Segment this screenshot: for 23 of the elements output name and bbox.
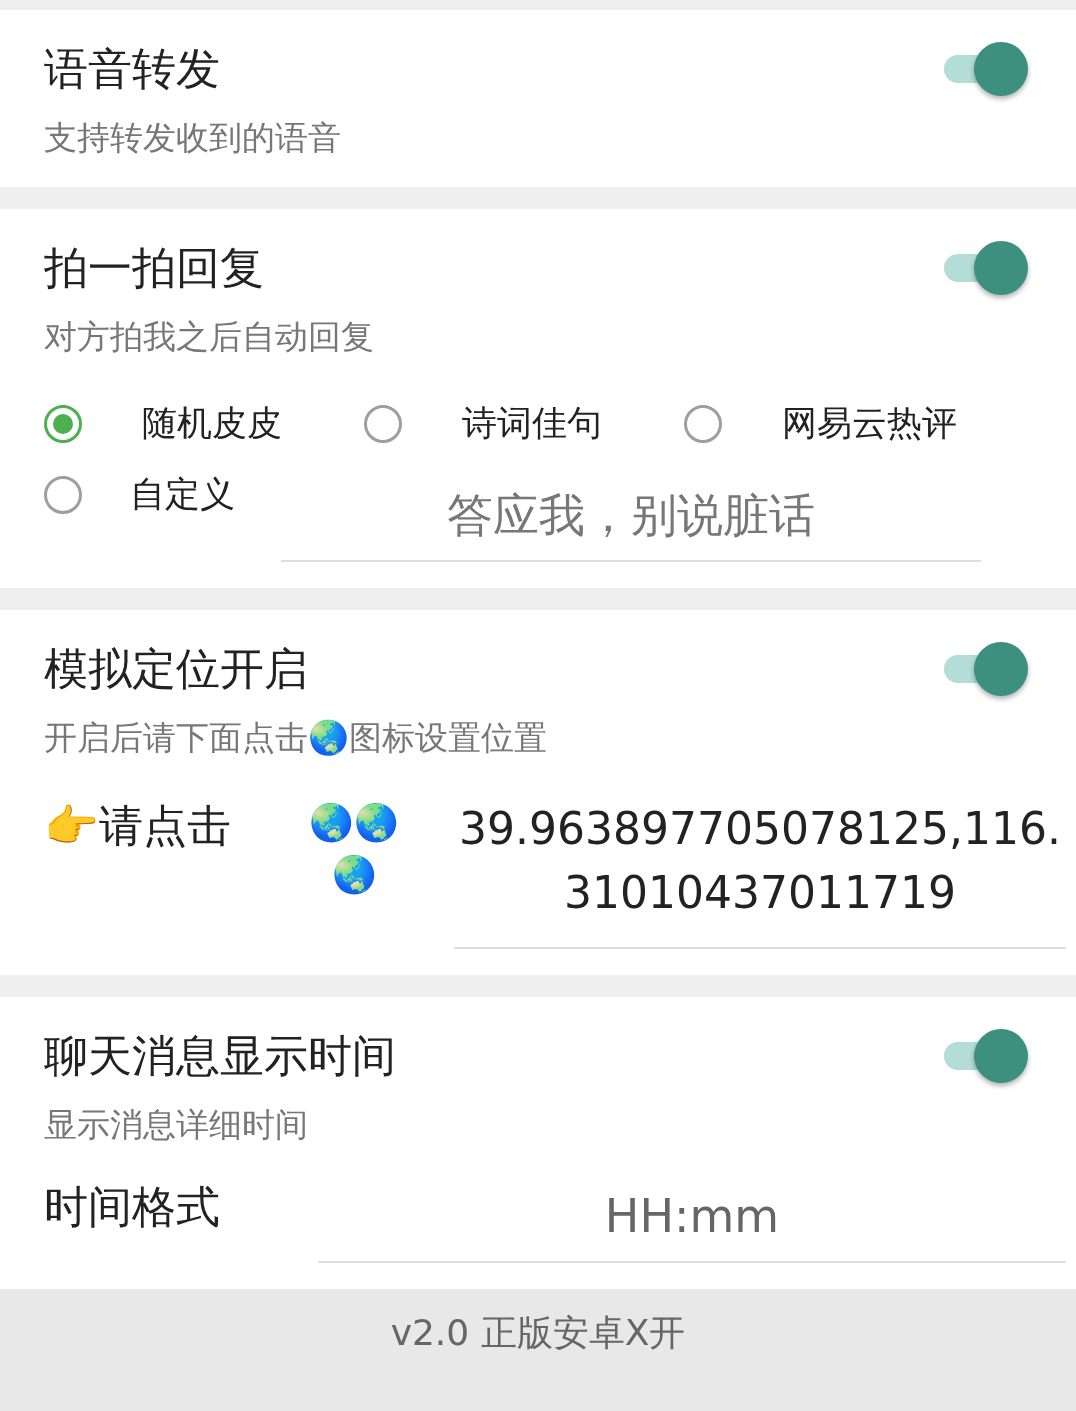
setting-description: 支持转发收到的语音 <box>44 117 342 159</box>
setting-title: 模拟定位开启 <box>44 641 308 696</box>
radio-option[interactable]: 网易云热评 <box>684 400 1004 447</box>
time-format-field[interactable]: HH:mm <box>318 1181 1066 1263</box>
coordinates-field[interactable]: 39.963897705078125,116.31010437011719 <box>454 797 1066 949</box>
radio-button[interactable] <box>364 404 402 443</box>
setting-description: 开启后请下面点击🌏图标设置位置 <box>44 717 548 759</box>
setting-title: 拍一拍回复 <box>44 240 264 295</box>
version-text: v2.0 正版安卓X开 <box>390 1311 686 1353</box>
text-field[interactable]: 答应我，别说脏话 <box>281 480 981 562</box>
radio-button[interactable] <box>44 404 82 443</box>
setting-title: 语音转发 <box>44 41 220 96</box>
location-button[interactable]: 🌏🌏🌏 <box>304 797 404 901</box>
radio-button[interactable] <box>684 404 722 443</box>
setting-title: 聊天消息显示时间 <box>44 1028 396 1083</box>
radio-option[interactable]: 自定义 <box>44 471 235 518</box>
radio-button[interactable] <box>44 475 82 514</box>
setting-description: 显示消息详细时间 <box>44 1104 309 1146</box>
radio-option[interactable]: 诗词佳句 <box>364 400 684 447</box>
radio-option[interactable]: 随机皮皮 <box>44 400 364 447</box>
setting-description: 对方拍我之后自动回复 <box>44 316 375 358</box>
prompt-label: 👉请点击 <box>44 799 232 853</box>
field-label: 时间格式 <box>44 1180 221 1234</box>
